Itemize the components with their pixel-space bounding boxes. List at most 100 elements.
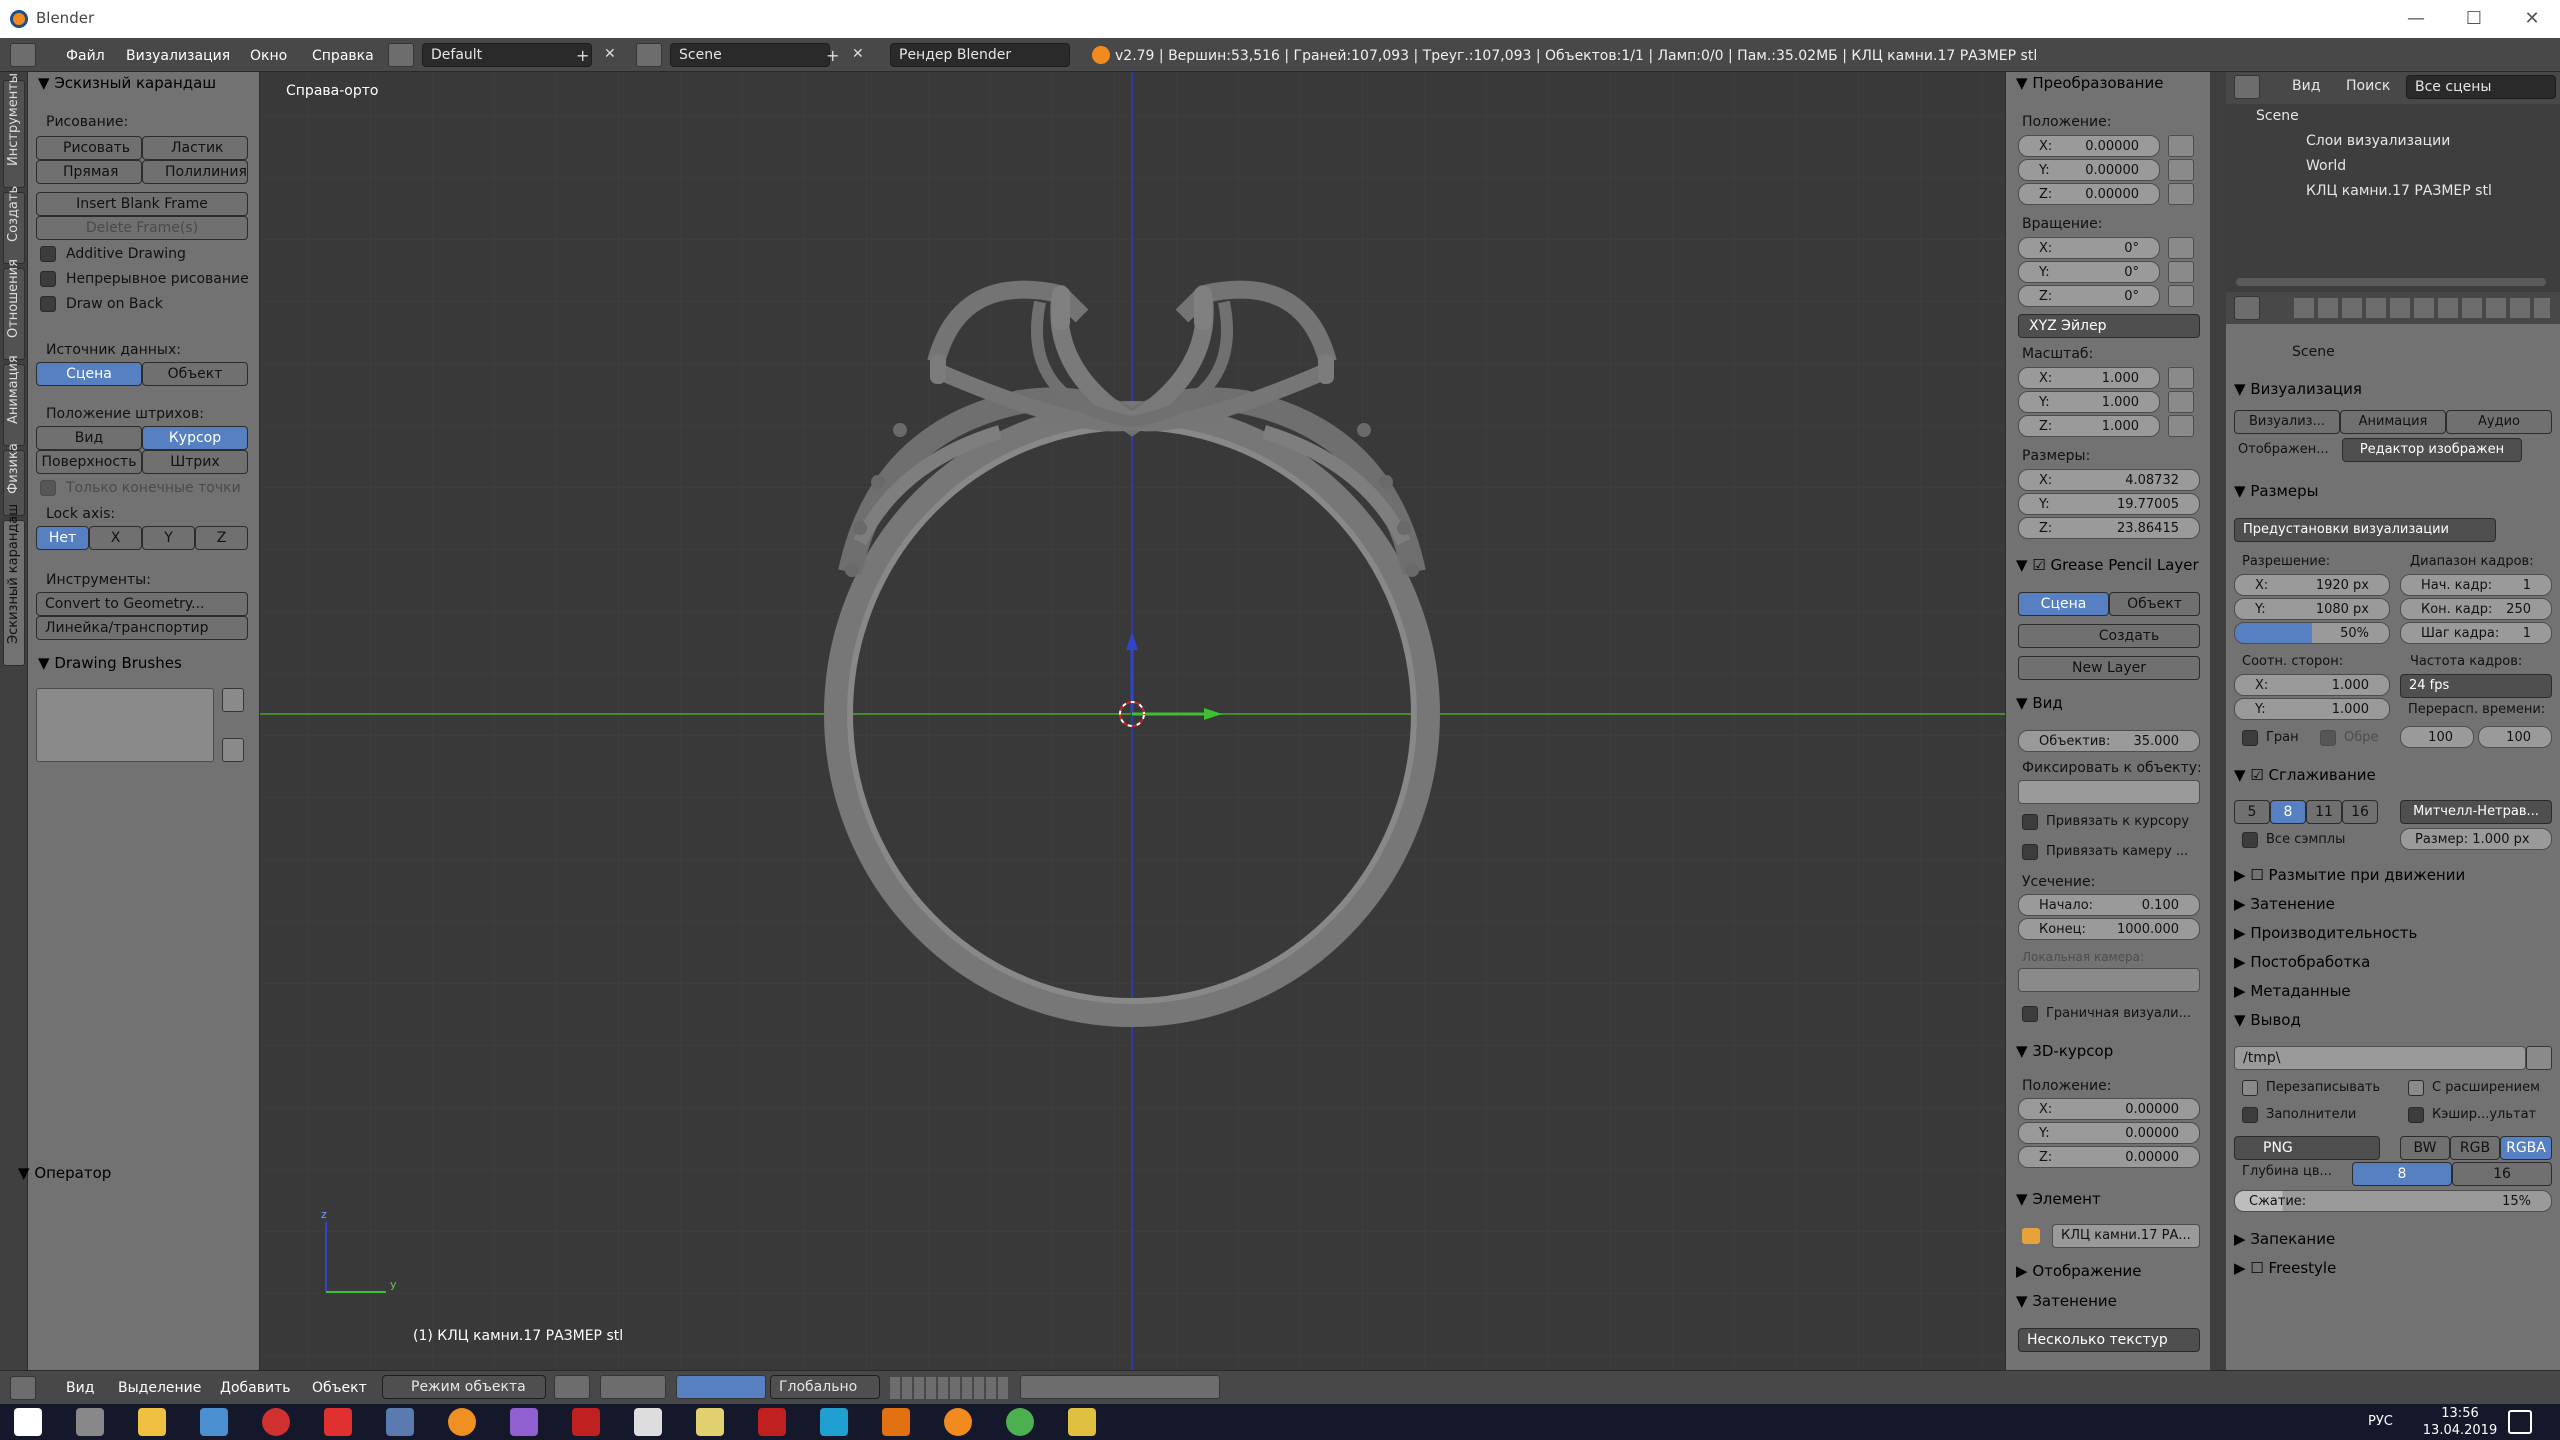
render-presets-dropdown[interactable]: Предустановки визуализации [2234, 518, 2496, 542]
lock-none-button[interactable]: Нет [36, 526, 89, 550]
render-border-checkbox[interactable] [2022, 1006, 2038, 1022]
aspect-x-field[interactable]: X: 1.000 [2234, 674, 2390, 696]
location-y-field[interactable]: Y: 0.00000 [2018, 159, 2160, 181]
clock-time[interactable]: 13:56 [2420, 1406, 2500, 1421]
panel-header-grease-pencil[interactable]: ▼ Эскизный карандаш [38, 74, 216, 92]
illustrator-icon[interactable] [882, 1408, 910, 1436]
color-rgba-button[interactable]: RGBA [2500, 1136, 2552, 1160]
app3-icon[interactable] [448, 1408, 476, 1436]
placement-stroke-button[interactable]: Штрих [142, 450, 248, 474]
panel-header-metadata[interactable]: ▶ Метаданные [2234, 982, 2351, 1000]
object-name-field[interactable]: КЛЦ камни.17 РА... [2052, 1224, 2200, 1248]
draw-back-checkbox[interactable] [40, 296, 56, 312]
dimensions-x-field[interactable]: X: 4.08732 [2018, 469, 2200, 491]
language-indicator[interactable]: РУС [2368, 1414, 2393, 1429]
lock-scale-y-icon[interactable] [2168, 391, 2194, 413]
properties-editor-icon[interactable] [2234, 296, 2260, 320]
remove-layout-icon[interactable]: ✕ [604, 46, 616, 62]
app8-icon[interactable] [758, 1408, 786, 1436]
explorer-icon[interactable] [138, 1408, 166, 1436]
menu-help[interactable]: Справка [312, 48, 374, 64]
source-object-button[interactable]: Объект [142, 362, 248, 386]
app10-icon[interactable] [1068, 1408, 1096, 1436]
orientation-dropdown[interactable]: Глобально [770, 1375, 880, 1399]
yandex-icon[interactable] [324, 1408, 352, 1436]
add-layout-icon[interactable]: + [576, 46, 589, 65]
outliner-scene[interactable]: Scene [2256, 108, 2299, 124]
scene-icon[interactable] [636, 43, 662, 67]
additive-checkbox[interactable] [40, 246, 56, 262]
menu-add[interactable]: Добавить [220, 1380, 290, 1396]
placement-surface-button[interactable]: Поверхность [36, 450, 142, 474]
panel-header-brushes[interactable]: ▼ Drawing Brushes [38, 654, 182, 672]
compression-slider[interactable]: Сжатие: 15% [2234, 1190, 2552, 1212]
new-layer-button[interactable]: New Layer [2018, 656, 2200, 680]
outliner-search-menu[interactable]: Поиск [2346, 78, 2390, 94]
chrome-icon[interactable] [1006, 1408, 1034, 1436]
border-checkbox[interactable] [2242, 730, 2258, 746]
lens-field[interactable]: Объектив: 35.000 [2018, 730, 2200, 752]
snap-tools-icon[interactable] [1020, 1375, 1220, 1399]
placement-view-button[interactable]: Вид [36, 426, 142, 450]
audio-button[interactable]: Аудио [2446, 410, 2552, 434]
location-x-field[interactable]: X: 0.00000 [2018, 135, 2160, 157]
layer-buttons[interactable] [890, 1377, 1010, 1399]
lock-location-x-icon[interactable] [2168, 135, 2194, 157]
poly-button[interactable]: Полилиния [142, 160, 248, 184]
add-scene-icon[interactable]: + [826, 46, 839, 65]
dimensions-z-field[interactable]: Z: 23.86415 [2018, 517, 2200, 539]
scale-x-field[interactable]: X: 1.000 [2018, 367, 2160, 389]
dimensions-y-field[interactable]: Y: 19.77005 [2018, 493, 2200, 515]
panel-header-bake[interactable]: ▶ Запекание [2234, 1230, 2335, 1248]
aa-8-button[interactable]: 8 [2270, 800, 2306, 824]
clip-start-field[interactable]: Начало: 0.100 [2018, 894, 2200, 916]
depth-8-button[interactable]: 8 [2352, 1162, 2452, 1186]
outliner-scrollbar[interactable] [2236, 278, 2546, 286]
crop-checkbox[interactable] [2320, 730, 2336, 746]
manipulator-icon[interactable] [676, 1375, 766, 1399]
panel-header-dimensions[interactable]: ▼ Размеры [2234, 482, 2318, 500]
placeholders-checkbox[interactable] [2242, 1107, 2258, 1123]
folder-icon[interactable] [2526, 1046, 2552, 1070]
app7-icon[interactable] [696, 1408, 724, 1436]
panel-header-motion-blur[interactable]: ▶ ☐ Размытие при движении [2234, 866, 2465, 884]
draw-button[interactable]: Рисовать [36, 136, 142, 160]
start-icon[interactable] [14, 1408, 42, 1436]
app6-icon[interactable] [634, 1408, 662, 1436]
lock-x-button[interactable]: X [89, 526, 142, 550]
yandex-browser-icon[interactable] [262, 1408, 290, 1436]
render-engine-selector[interactable]: Рендер Blender [890, 43, 1070, 67]
render-button[interactable]: Визуализ... [2234, 410, 2340, 434]
clip-end-field[interactable]: Конец: 1000.000 [2018, 918, 2200, 940]
rotation-mode-dropdown[interactable]: XYZ Эйлер [2018, 314, 2200, 338]
overwrite-checkbox[interactable] [2242, 1080, 2258, 1096]
menu-render[interactable]: Визуализация [126, 48, 230, 64]
panel-header-performance[interactable]: ▶ Производительность [2234, 924, 2417, 942]
frame-end-field[interactable]: Кон. кадр: 250 [2400, 598, 2552, 620]
scene-selector[interactable]: Scene [670, 43, 830, 67]
full-sample-checkbox[interactable] [2242, 832, 2258, 848]
resolution-x-field[interactable]: X: 1920 px [2234, 574, 2390, 596]
rotation-x-field[interactable]: X: 0° [2018, 237, 2160, 259]
location-z-field[interactable]: Z: 0.00000 [2018, 183, 2160, 205]
lock-rotation-z-icon[interactable] [2168, 285, 2194, 307]
tab-create[interactable]: Создать [3, 186, 25, 264]
panel-header-render[interactable]: ▼ Визуализация [2234, 380, 2362, 398]
aa-5-button[interactable]: 5 [2234, 800, 2270, 824]
maximize-button[interactable]: ☐ [2454, 4, 2494, 34]
frame-start-field[interactable]: Нач. кадр: 1 [2400, 574, 2552, 596]
animation-button[interactable]: Анимация [2340, 410, 2446, 434]
menu-window[interactable]: Окно [250, 48, 287, 64]
panel-header-item[interactable]: ▼ Элемент [2016, 1190, 2101, 1208]
clock-date[interactable]: 13.04.2019 [2420, 1423, 2500, 1438]
scale-y-field[interactable]: Y: 1.000 [2018, 391, 2160, 413]
aa-11-button[interactable]: 11 [2306, 800, 2342, 824]
output-path-field[interactable]: /tmp\ [2234, 1046, 2526, 1070]
insert-blank-frame-button[interactable]: Insert Blank Frame [36, 192, 248, 216]
panel-header-shading-render[interactable]: ▶ Затенение [2234, 895, 2335, 913]
app-icon[interactable] [200, 1408, 228, 1436]
notifications-icon[interactable] [2508, 1410, 2532, 1434]
add-brush-icon[interactable] [222, 688, 244, 712]
source-scene-button[interactable]: Сцена [36, 362, 142, 386]
remap-new-field[interactable]: 100 [2478, 726, 2552, 748]
